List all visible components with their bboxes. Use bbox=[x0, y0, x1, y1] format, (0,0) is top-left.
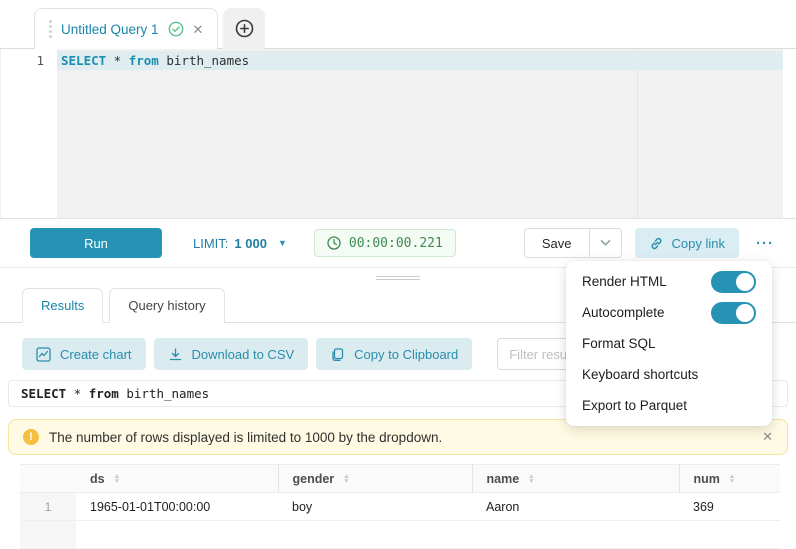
query-success-icon bbox=[168, 21, 184, 37]
cell-num: 369 bbox=[679, 493, 780, 521]
sql-keyword: SELECT bbox=[61, 53, 106, 68]
row-number: 1 bbox=[20, 493, 76, 521]
sql-text: birth_names bbox=[119, 386, 209, 401]
column-header-gender[interactable]: gender▲▼ bbox=[278, 465, 472, 493]
copy-clipboard-label: Copy to Clipboard bbox=[354, 347, 458, 362]
drag-handle-icon[interactable] bbox=[376, 274, 420, 282]
tab-query-history[interactable]: Query history bbox=[109, 288, 224, 323]
menu-item-export-parquet[interactable]: Export to Parquet bbox=[566, 390, 772, 421]
cell-name: Aaron bbox=[472, 493, 679, 521]
copy-clipboard-button[interactable]: Copy to Clipboard bbox=[316, 338, 472, 370]
limit-label: LIMIT: bbox=[193, 236, 228, 251]
download-csv-label: Download to CSV bbox=[192, 347, 295, 362]
copy-link-button[interactable]: Copy link bbox=[635, 228, 739, 258]
sql-keyword: from bbox=[129, 53, 159, 68]
sql-code-line[interactable]: SELECT * from birth_names bbox=[57, 51, 783, 70]
editor-content[interactable]: SELECT * from birth_names bbox=[57, 49, 783, 218]
alert-close-icon[interactable]: ✕ bbox=[762, 429, 773, 445]
line-number: 1 bbox=[36, 53, 44, 68]
cell-name bbox=[472, 521, 679, 549]
timer-value: 00:00:00.221 bbox=[349, 236, 443, 251]
cell-gender: boy bbox=[278, 493, 472, 521]
limit-dropdown[interactable]: LIMIT: 1 000 ▼ bbox=[193, 236, 287, 251]
print-margin-line bbox=[637, 49, 638, 218]
link-icon bbox=[649, 236, 664, 251]
menu-item-keyboard-shortcuts[interactable]: Keyboard shortcuts bbox=[566, 359, 772, 390]
menu-item-label: Keyboard shortcuts bbox=[582, 367, 698, 382]
column-header-name[interactable]: name▲▼ bbox=[472, 465, 679, 493]
query-tab-bar: Untitled Query 1 ✕ bbox=[0, 0, 796, 49]
plus-circle-icon bbox=[235, 19, 254, 38]
create-chart-button[interactable]: Create chart bbox=[22, 338, 146, 370]
editor-gutter: 1 bbox=[0, 49, 57, 218]
alert-text: The number of rows displayed is limited … bbox=[49, 430, 442, 445]
tab-results[interactable]: Results bbox=[22, 288, 103, 323]
menu-item-autocomplete[interactable]: Autocomplete bbox=[566, 297, 772, 328]
sort-icon[interactable]: ▲▼ bbox=[114, 474, 120, 484]
clipboard-icon bbox=[330, 347, 345, 362]
warning-icon: ! bbox=[23, 429, 39, 445]
download-csv-button[interactable]: Download to CSV bbox=[154, 338, 309, 370]
editor-options-menu: Render HTML Autocomplete Format SQL Keyb… bbox=[566, 261, 772, 426]
menu-item-label: Autocomplete bbox=[582, 305, 665, 320]
toggle-knob bbox=[736, 273, 754, 291]
table-header-row: ds▲▼ gender▲▼ name▲▼ num▲▼ bbox=[20, 465, 780, 493]
chart-icon bbox=[36, 347, 51, 362]
results-table: ds▲▼ gender▲▼ name▲▼ num▲▼ 1 1965-01-01T… bbox=[20, 464, 780, 549]
tab-title: Untitled Query 1 bbox=[61, 22, 159, 37]
copy-link-label: Copy link bbox=[672, 236, 725, 251]
caret-down-icon: ▼ bbox=[278, 238, 287, 248]
query-timer: 00:00:00.221 bbox=[314, 229, 456, 257]
sql-keyword: from bbox=[89, 386, 119, 401]
sql-text: * bbox=[106, 53, 129, 68]
menu-item-label: Export to Parquet bbox=[582, 398, 687, 413]
column-header-ds[interactable]: ds▲▼ bbox=[76, 465, 278, 493]
toggle-knob bbox=[736, 304, 754, 322]
autocomplete-toggle[interactable] bbox=[711, 302, 756, 324]
menu-item-render-html[interactable]: Render HTML bbox=[566, 266, 772, 297]
menu-item-label: Format SQL bbox=[582, 336, 656, 351]
sort-icon[interactable]: ▲▼ bbox=[343, 474, 349, 484]
menu-item-format-sql[interactable]: Format SQL bbox=[566, 328, 772, 359]
menu-item-label: Render HTML bbox=[582, 274, 667, 289]
cell-num bbox=[679, 521, 780, 549]
sql-editor[interactable]: 1 SELECT * from birth_names bbox=[0, 49, 796, 218]
sql-text: * bbox=[66, 386, 89, 401]
drag-grip-icon[interactable] bbox=[49, 20, 52, 38]
column-header-num[interactable]: num▲▼ bbox=[679, 465, 780, 493]
render-html-toggle[interactable] bbox=[711, 271, 756, 293]
rownum-header bbox=[20, 465, 76, 493]
create-chart-label: Create chart bbox=[60, 347, 132, 362]
chevron-down-icon bbox=[600, 239, 611, 247]
sql-text: birth_names bbox=[159, 53, 249, 68]
table-row bbox=[20, 521, 780, 549]
cell-gender bbox=[278, 521, 472, 549]
run-button[interactable]: Run bbox=[30, 228, 162, 258]
close-tab-icon[interactable]: ✕ bbox=[193, 23, 204, 36]
table-row: 1 1965-01-01T00:00:00 boy Aaron 369 bbox=[20, 493, 780, 521]
tab-untitled-query[interactable]: Untitled Query 1 ✕ bbox=[34, 8, 218, 49]
clock-icon bbox=[327, 236, 341, 250]
row-number bbox=[20, 521, 76, 549]
limit-value: 1 000 bbox=[234, 236, 267, 251]
cell-ds bbox=[76, 521, 278, 549]
download-icon bbox=[168, 347, 183, 362]
sort-icon[interactable]: ▲▼ bbox=[729, 474, 735, 484]
add-tab-button[interactable] bbox=[223, 8, 265, 49]
save-split-button: Save bbox=[524, 228, 622, 258]
more-options-button[interactable]: ··· bbox=[756, 235, 774, 252]
sort-icon[interactable]: ▲▼ bbox=[528, 474, 534, 484]
save-options-button[interactable] bbox=[589, 228, 622, 258]
cell-ds: 1965-01-01T00:00:00 bbox=[76, 493, 278, 521]
sql-keyword: SELECT bbox=[21, 386, 66, 401]
save-button[interactable]: Save bbox=[524, 228, 589, 258]
